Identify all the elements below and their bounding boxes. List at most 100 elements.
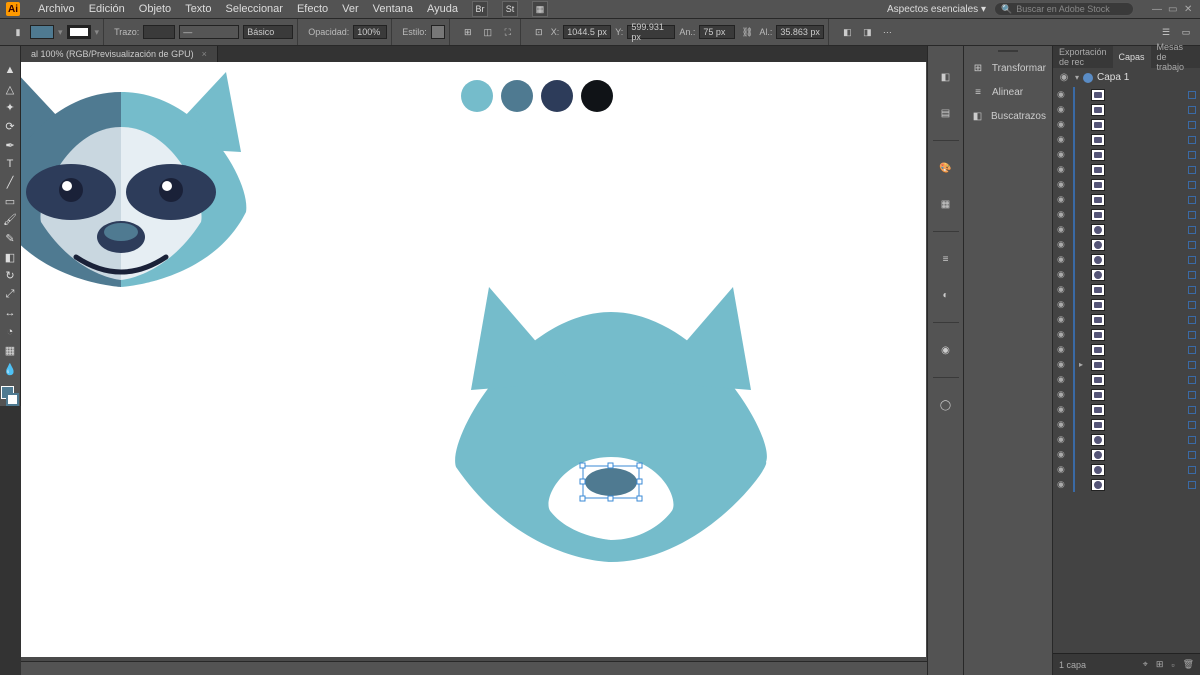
tool-width[interactable]: ↔ bbox=[1, 305, 19, 322]
layer-item[interactable]: ◉ bbox=[1053, 372, 1200, 387]
selection-indicator[interactable] bbox=[1188, 406, 1196, 414]
gradient-icon[interactable]: ◐ bbox=[935, 284, 957, 306]
visibility-icon[interactable]: ◉ bbox=[1057, 119, 1069, 130]
visibility-icon[interactable]: ◉ bbox=[1057, 389, 1069, 400]
visibility-icon[interactable]: ◉ bbox=[1057, 269, 1069, 280]
visibility-icon[interactable]: ◉ bbox=[1057, 194, 1069, 205]
new-layer-icon[interactable]: ▫ bbox=[1171, 660, 1174, 670]
layer-item[interactable]: ◉ bbox=[1053, 192, 1200, 207]
visibility-icon[interactable]: ◉ bbox=[1057, 299, 1069, 310]
delete-layer-icon[interactable]: 🗑 bbox=[1183, 659, 1194, 670]
stroke-swatch[interactable] bbox=[67, 25, 91, 39]
tool-gradient[interactable]: ▦ bbox=[1, 342, 19, 359]
layer-item[interactable]: ◉ bbox=[1053, 132, 1200, 147]
stroke-icon[interactable]: ≡ bbox=[935, 248, 957, 270]
menu-edicion[interactable]: Edición bbox=[89, 3, 125, 15]
tool-magic-wand[interactable]: ✦ bbox=[1, 99, 19, 116]
layer-row[interactable]: ◉ ▾ Capa 1 bbox=[1053, 68, 1200, 87]
tool-brush[interactable]: 🖌 bbox=[1, 212, 19, 229]
height-input[interactable]: 35.863 px bbox=[776, 25, 824, 39]
visibility-icon[interactable]: ◉ bbox=[1057, 164, 1069, 175]
selection-indicator[interactable] bbox=[1188, 376, 1196, 384]
new-sublayer-icon[interactable]: ⊞ bbox=[1156, 659, 1164, 670]
selection-indicator[interactable] bbox=[1188, 256, 1196, 264]
expand-icon[interactable]: ▸ bbox=[1079, 360, 1087, 369]
document-tab[interactable]: al 100% (RGB/Previsualización de GPU) × bbox=[21, 46, 218, 62]
fill-stroke-swatches[interactable] bbox=[1, 386, 19, 406]
visibility-icon[interactable]: ◉ bbox=[1057, 134, 1069, 145]
libraries-icon[interactable]: ▤ bbox=[935, 102, 957, 124]
tool-eraser[interactable]: ◧ bbox=[1, 249, 19, 266]
workspace-switcher[interactable]: Aspectos esenciales ▾ bbox=[887, 4, 986, 15]
layer-item[interactable]: ◉ bbox=[1053, 222, 1200, 237]
panel-menu-icon[interactable]: ▭ bbox=[1178, 24, 1194, 40]
visibility-icon[interactable]: ◉ bbox=[1057, 449, 1069, 460]
menu-seleccionar[interactable]: Seleccionar bbox=[225, 3, 282, 15]
arrange-icon[interactable]: ▦ bbox=[532, 1, 548, 17]
selection-indicator[interactable] bbox=[1188, 91, 1196, 99]
canvas[interactable] bbox=[21, 62, 927, 661]
selection-indicator[interactable] bbox=[1188, 286, 1196, 294]
shape-mode-icon[interactable]: ◫ bbox=[480, 24, 496, 40]
layer-item[interactable]: ◉ bbox=[1053, 162, 1200, 177]
selection-indicator[interactable] bbox=[1188, 301, 1196, 309]
selection-indicator[interactable] bbox=[1188, 136, 1196, 144]
visibility-icon[interactable]: ◉ bbox=[1057, 149, 1069, 160]
selection-indicator[interactable] bbox=[1188, 106, 1196, 114]
layer-item[interactable]: ◉ bbox=[1053, 342, 1200, 357]
locate-icon[interactable]: ⌖ bbox=[1143, 659, 1148, 670]
transparency-icon[interactable]: ◯ bbox=[935, 394, 957, 416]
selection-indicator[interactable] bbox=[1188, 316, 1196, 324]
width-input[interactable]: 75 px bbox=[699, 25, 735, 39]
selection-indicator[interactable] bbox=[1188, 331, 1196, 339]
prefs-icon[interactable]: ☰ bbox=[1158, 24, 1174, 40]
visibility-icon[interactable]: ◉ bbox=[1057, 344, 1069, 355]
menu-efecto[interactable]: Efecto bbox=[297, 3, 328, 15]
transform-icon[interactable]: ⛶ bbox=[500, 24, 516, 40]
layer-item[interactable]: ◉ bbox=[1053, 102, 1200, 117]
search-input[interactable]: 🔍 Buscar en Adobe Stock bbox=[994, 2, 1134, 16]
swatches-icon[interactable]: ▦ bbox=[935, 193, 957, 215]
visibility-icon[interactable]: ◉ bbox=[1057, 314, 1069, 325]
tool-selection[interactable]: ▲ bbox=[1, 62, 19, 79]
visibility-icon[interactable]: ◉ bbox=[1057, 89, 1069, 100]
stroke-profile[interactable]: — bbox=[179, 25, 239, 39]
brush-def[interactable]: Básico bbox=[243, 25, 293, 39]
layer-item[interactable]: ◉ bbox=[1053, 477, 1200, 492]
opacity-input[interactable]: 100% bbox=[353, 25, 387, 39]
menu-archivo[interactable]: Archivo bbox=[38, 3, 75, 15]
layer-item[interactable]: ◉ bbox=[1053, 237, 1200, 252]
layer-name[interactable]: Capa 1 bbox=[1097, 72, 1129, 83]
layer-item[interactable]: ◉ bbox=[1053, 387, 1200, 402]
menu-texto[interactable]: Texto bbox=[185, 3, 211, 15]
properties-icon[interactable]: ◧ bbox=[935, 66, 957, 88]
layer-item[interactable]: ◉ bbox=[1053, 312, 1200, 327]
menu-ver[interactable]: Ver bbox=[342, 3, 359, 15]
tool-direct-selection[interactable]: △ bbox=[1, 81, 19, 98]
visibility-icon[interactable]: ◉ bbox=[1057, 224, 1069, 235]
menu-ventana[interactable]: Ventana bbox=[373, 3, 413, 15]
visibility-icon[interactable]: ◉ bbox=[1057, 374, 1069, 385]
layer-item[interactable]: ◉ bbox=[1053, 87, 1200, 102]
more-icon[interactable]: ⋯ bbox=[879, 24, 895, 40]
tool-scale[interactable]: ⤢ bbox=[1, 286, 19, 303]
tool-type[interactable]: T bbox=[1, 155, 19, 172]
visibility-icon[interactable]: ◉ bbox=[1057, 239, 1069, 250]
style-swatch[interactable] bbox=[431, 25, 445, 39]
layer-item[interactable]: ◉ bbox=[1053, 282, 1200, 297]
visibility-icon[interactable]: ◉ bbox=[1057, 329, 1069, 340]
close-icon[interactable]: ✕ bbox=[1184, 4, 1194, 14]
selection-indicator[interactable] bbox=[1188, 436, 1196, 444]
appearance-icon[interactable]: ◉ bbox=[935, 339, 957, 361]
bridge-icon[interactable]: Br bbox=[472, 1, 488, 17]
menu-objeto[interactable]: Objeto bbox=[139, 3, 171, 15]
menu-ayuda[interactable]: Ayuda bbox=[427, 3, 458, 15]
layer-item[interactable]: ◉ bbox=[1053, 417, 1200, 432]
selection-indicator[interactable] bbox=[1188, 361, 1196, 369]
link-wh-icon[interactable]: ⛓ bbox=[739, 24, 755, 40]
tool-eyedropper[interactable]: 💧 bbox=[1, 361, 19, 378]
visibility-icon[interactable]: ◉ bbox=[1057, 359, 1069, 370]
visibility-icon[interactable]: ◉ bbox=[1057, 419, 1069, 430]
panel-buscatrazos[interactable]: ◧ Buscatrazos bbox=[964, 104, 1052, 128]
tool-lasso[interactable]: ⟳ bbox=[1, 118, 19, 135]
